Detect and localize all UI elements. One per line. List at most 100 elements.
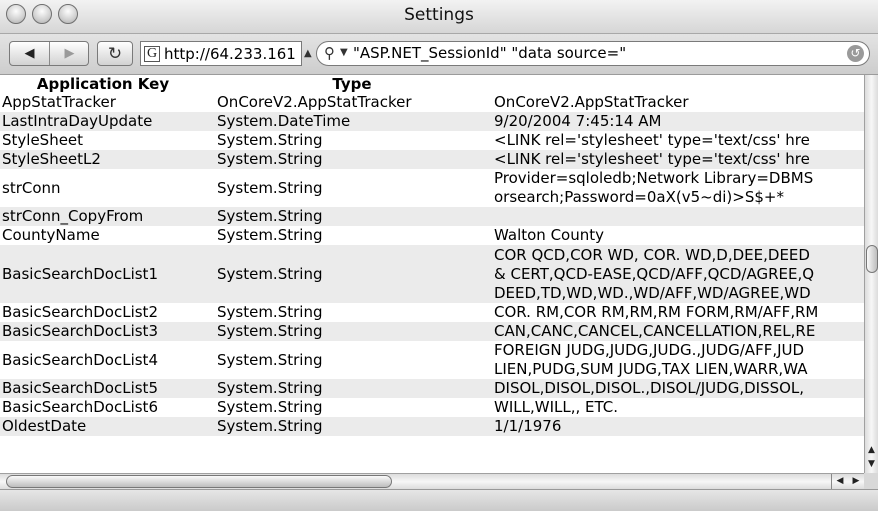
search-query-text[interactable]: "ASP.NET_SessionId" "data source=": [353, 44, 626, 62]
cell-type: System.String: [217, 350, 323, 369]
status-bar: [0, 489, 878, 511]
cell-application-key: CountyName: [2, 226, 100, 244]
cell-value-line: CAN,CANC,CANCEL,CANCELLATION,REL,RE: [494, 322, 816, 340]
back-button[interactable]: ◀: [10, 42, 50, 65]
cell-value: COR. RM,COR RM,RM,RM FORM,RM/AFF,RM: [494, 303, 864, 322]
cell-value: OnCoreV2.AppStatTracker: [494, 93, 864, 112]
cell-value-line: OnCoreV2.AppStatTracker: [494, 93, 689, 111]
cell-type: System.String: [217, 417, 323, 435]
cell-value: 1/1/1976: [494, 417, 864, 436]
cell-type: System.String: [217, 303, 323, 321]
table-row: strConn System.String Provider=sqloledb;Ne…: [0, 169, 864, 207]
cell-value: Walton County: [494, 226, 864, 245]
table-row: OldestDate System.String 1/1/1976: [0, 417, 864, 436]
cell-application-key: BasicSearchDocList2: [2, 303, 158, 321]
cell-value-line: orsearch;Password=0aX(v5~di)>S$+*: [494, 188, 784, 206]
cell-value: Provider=sqloledb;Network Library=DBMS or…: [494, 169, 864, 207]
reload-button[interactable]: ↻: [97, 41, 133, 66]
cell-application-key: BasicSearchDocList1: [2, 264, 158, 283]
table-row: BasicSearchDocList1 System.String COR QCD,…: [0, 245, 864, 303]
cell-value-line: Provider=sqloledb;Network Library=DBMS: [494, 169, 814, 187]
cell-value: DISOL,DISOL,DISOL.,DISOL/JUDG,DISSOL,: [494, 379, 864, 398]
cell-type: System.String: [217, 226, 323, 244]
cell-application-key: AppStatTracker: [2, 93, 116, 111]
cell-value-line: DEED,TD,WD,WD.,WD/AFF,WD/AGREE,WD: [494, 283, 811, 302]
horizontal-scroll-thumb[interactable]: [6, 475, 392, 488]
forward-button[interactable]: ▶: [50, 42, 88, 65]
cell-value: COR QCD,COR WD, COR. WD,D,DEE,DEED & CERT…: [494, 245, 864, 303]
address-bar-caret-icon[interactable]: ▲: [304, 48, 312, 59]
column-header-type: Type: [332, 75, 372, 93]
scroll-up-arrow-icon[interactable]: ▲: [865, 444, 878, 457]
favicon-icon: G: [144, 45, 160, 62]
column-header-application-key: Application Key: [36, 75, 170, 93]
column-header-value: [494, 75, 864, 93]
cell-value-line: DISOL,DISOL,DISOL.,DISOL/JUDG,DISSOL,: [494, 379, 805, 397]
search-field[interactable]: ⚲ ▼ "ASP.NET_SessionId" "data source=" ↺: [316, 41, 870, 66]
cell-application-key: BasicSearchDocList3: [2, 322, 158, 340]
cell-value-line: FOREIGN JUDG,JUDG,JUDG.,JUDG/AFF,JUD: [494, 341, 805, 359]
cell-type: System.String: [217, 150, 323, 168]
cell-application-key: BasicSearchDocList4: [2, 350, 158, 369]
window-title: Settings: [404, 5, 474, 25]
scroll-down-arrow-icon[interactable]: ▼: [865, 458, 878, 471]
table-row: strConn_CopyFrom System.String: [0, 207, 864, 226]
table-row: BasicSearchDocList4 System.String FOREIGN …: [0, 341, 864, 379]
table-row: BasicSearchDocList2 System.String COR. RM,…: [0, 303, 864, 322]
table-row: StyleSheetL2 System.String <LINK rel='styl…: [0, 150, 864, 169]
cell-application-key: OldestDate: [2, 417, 87, 435]
cell-type: System.String: [217, 207, 323, 225]
cell-type: System.String: [217, 178, 323, 197]
address-bar[interactable]: G http://64.233.161: [140, 41, 302, 66]
scroll-right-arrow-icon[interactable]: ▶: [848, 474, 864, 489]
cell-value: CAN,CANC,CANCEL,CANCELLATION,REL,RE: [494, 322, 864, 341]
cell-value: <LINK rel='stylesheet' type='text/css' h…: [494, 131, 864, 150]
settings-table: Application Key Type AppStatTracker OnCor…: [0, 75, 864, 436]
cell-type: System.DateTime: [217, 112, 351, 130]
search-icon[interactable]: ⚲: [324, 44, 335, 62]
url-text[interactable]: http://64.233.161: [164, 45, 296, 63]
search-menu-caret-icon[interactable]: ▼: [340, 47, 348, 58]
cell-application-key: StyleSheet: [2, 131, 84, 149]
forward-arrow-icon: ▶: [64, 46, 75, 61]
snapback-icon[interactable]: ↺: [847, 45, 864, 62]
cell-value-line: & CERT,QCD-EASE,QCD/AFF,QCD/AGREE,Q: [494, 264, 815, 283]
scroll-left-arrow-icon[interactable]: ◀: [832, 474, 848, 489]
horizontal-scroll-arrows: ◀ ▶: [831, 474, 864, 489]
cell-value: 9/20/2004 7:45:14 AM: [494, 112, 864, 131]
cell-value: FOREIGN JUDG,JUDG,JUDG.,JUDG/AFF,JUD LIEN…: [494, 341, 864, 379]
cell-application-key: LastIntraDayUpdate: [2, 112, 153, 130]
cell-value: <LINK rel='stylesheet' type='text/css' h…: [494, 150, 864, 169]
scrollbar-corner: [864, 473, 878, 489]
title-bar[interactable]: Settings: [0, 0, 878, 34]
table-row: BasicSearchDocList6 System.String WILL,WIL…: [0, 398, 864, 417]
vertical-scrollbar[interactable]: ▲ ▼: [864, 75, 878, 473]
table-row: BasicSearchDocList3 System.String CAN,CANC…: [0, 322, 864, 341]
cell-application-key: strConn: [2, 178, 61, 197]
page-content: Application Key Type AppStatTracker OnCor…: [0, 75, 864, 473]
table-row: AppStatTracker OnCoreV2.AppStatTracker OnC…: [0, 93, 864, 112]
cell-type: System.String: [217, 379, 323, 397]
cell-value-line: <LINK rel='stylesheet' type='text/css' h…: [494, 131, 810, 149]
table-header-row: Application Key Type: [0, 75, 864, 93]
toolbar: ◀ ▶ ↻ G http://64.233.161 ▲ ⚲ ▼ "ASP.NET…: [0, 34, 878, 75]
cell-value-line: WILL,WILL,, ETC.: [494, 398, 619, 416]
cell-value-line: 1/1/1976: [494, 417, 562, 435]
cell-type: System.String: [217, 398, 323, 416]
table-body: AppStatTracker OnCoreV2.AppStatTracker OnC…: [0, 93, 864, 436]
cell-application-key: StyleSheetL2: [2, 150, 101, 168]
horizontal-scrollbar[interactable]: ◀ ▶: [0, 473, 864, 489]
cell-value: WILL,WILL,, ETC.: [494, 398, 864, 417]
navigation-buttons: ◀ ▶: [9, 41, 89, 66]
table-row: StyleSheet System.String <LINK rel='styles…: [0, 131, 864, 150]
cell-application-key: strConn_CopyFrom: [2, 207, 144, 225]
table-row: CountyName System.String Walton County: [0, 226, 864, 245]
cell-value: [494, 207, 864, 226]
cell-application-key: BasicSearchDocList6: [2, 398, 158, 416]
table-row: LastIntraDayUpdate System.DateTime 9/20/20…: [0, 112, 864, 131]
cell-value-line: COR. RM,COR RM,RM,RM FORM,RM/AFF,RM: [494, 303, 819, 321]
vertical-scroll-thumb[interactable]: [866, 245, 878, 273]
cell-value-line: COR QCD,COR WD, COR. WD,D,DEE,DEED: [494, 245, 810, 264]
reload-icon: ↻: [107, 43, 123, 64]
table-row: BasicSearchDocList5 System.String DISOL,DI…: [0, 379, 864, 398]
